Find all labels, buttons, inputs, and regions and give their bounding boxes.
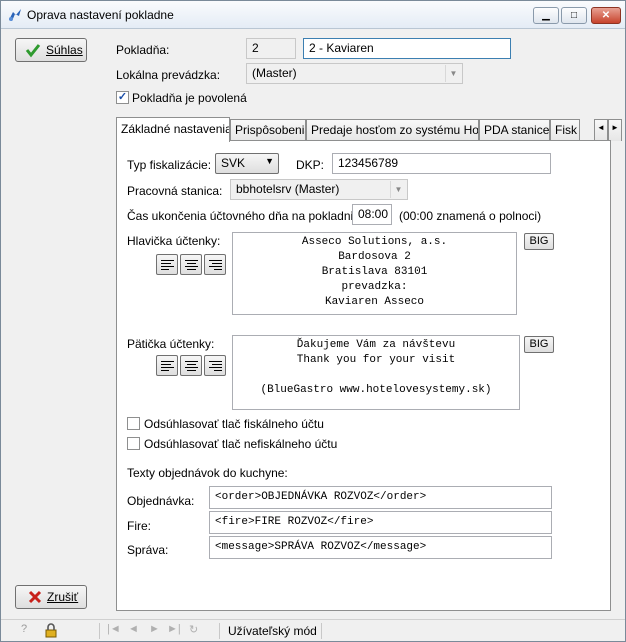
cas-note: (00:00 znamená o polnoci) [399, 209, 542, 223]
fire-label: Fire: [127, 519, 151, 533]
hlavicka-label: Hlavička účtenky: [127, 234, 221, 248]
align-center-button[interactable] [180, 254, 202, 275]
hlavicka-memo[interactable]: Asseco Solutions, a.s. Bardosova 2 Brati… [232, 232, 517, 315]
dialog-window: Oprava nastavení pokladne ▁ □ ✕ Súhlas Z… [0, 0, 626, 642]
dkp-label: DKP: [296, 158, 325, 172]
paticka-line [233, 368, 519, 383]
prevadzka-label: Lokálna prevádzka: [116, 68, 221, 82]
status-bar: ? |◄ ◄ ► ►| ↻ Užívateľský mód [1, 619, 625, 641]
prev-record-icon[interactable]: ◄ [128, 623, 139, 635]
cas-label: Čas ukončenia účtovného dňa na pokladni: [127, 209, 357, 223]
cas-input[interactable]: 08:00 [352, 204, 392, 225]
hlavicka-big-button[interactable]: BIG [524, 233, 554, 250]
fisk-label: Typ fiskalizácie: [127, 158, 212, 172]
fisk-value: SVK [221, 156, 246, 170]
pokladna-label: Pokladňa: [116, 43, 170, 57]
align-left-button[interactable] [156, 254, 178, 275]
chevron-down-icon: ▼ [265, 156, 274, 166]
ok-button-label: Súhlas [46, 43, 83, 57]
povolena-checkbox[interactable]: ✓ [116, 91, 129, 104]
tab-prisposobenia[interactable]: Prispôsobenia [230, 119, 306, 141]
maximize-button[interactable]: □ [561, 7, 587, 24]
fisk-select[interactable]: SVK ▼ [215, 153, 279, 174]
hlavicka-line: Bardosova 2 [338, 251, 411, 263]
paticka-line: (BlueGastro www.hotelovesystemy.sk) [260, 384, 492, 396]
tab-fisk[interactable]: Fisk [550, 119, 580, 141]
paticka-label: Pätička účtenky: [127, 337, 215, 351]
title-bar: Oprava nastavení pokladne ▁ □ ✕ [1, 1, 625, 29]
chevron-down-icon: ▼ [445, 65, 461, 82]
stanica-label: Pracovná stanica: [127, 184, 223, 198]
stanica-value: bbhotelsrv (Master) [236, 182, 340, 196]
hlavicka-line: Kaviaren Asseco [324, 296, 425, 308]
hlavicka-line: prevadzka: [341, 281, 408, 293]
tab-scroll-left-icon[interactable]: ◄ [594, 119, 608, 141]
app-icon [9, 9, 21, 21]
check-icon [25, 44, 41, 58]
paticka-line: Ďakujeme Vám za návštevu [296, 339, 456, 351]
fire-input[interactable]: <fire>FIRE ROZVOZ</fire> [209, 511, 552, 534]
close-button[interactable]: ✕ [591, 7, 621, 24]
objednavka-label: Objednávka: [127, 494, 195, 508]
nefiskal-checkbox[interactable] [127, 437, 140, 450]
paticka-big-button[interactable]: BIG [524, 336, 554, 353]
cancel-button-label: Zrušiť [47, 590, 79, 604]
next-record-icon[interactable]: ► [149, 623, 160, 635]
fiskal-check-label: Odsúhlasovať tlač fiskálneho účtu [144, 417, 324, 431]
paticka-line: Thank you for your visit [296, 354, 456, 366]
window-title: Oprava nastavení pokladne [27, 8, 174, 22]
povolena-label: Pokladňa je povolená [132, 91, 247, 105]
mode-status: Užívateľský mód [228, 624, 317, 638]
hlavicka-line: Bratislava 83101 [321, 266, 428, 278]
objednavka-input[interactable]: <order>OBJEDNÁVKA ROZVOZ</order> [209, 486, 552, 509]
ok-button[interactable]: Súhlas [15, 38, 87, 62]
tab-predaje-hostom[interactable]: Predaje hosťom zo systému Horec [306, 119, 479, 141]
pokladna-name-input[interactable]: 2 - Kaviaren [303, 38, 511, 59]
align-left-button[interactable] [156, 355, 178, 376]
align-center-button[interactable] [180, 355, 202, 376]
last-record-icon[interactable]: ►| [167, 623, 181, 635]
sprava-label: Správa: [127, 543, 169, 557]
minimize-button[interactable]: ▁ [533, 7, 559, 24]
x-icon [28, 590, 42, 604]
align-right-button[interactable] [204, 355, 226, 376]
dkp-input[interactable]: 123456789 [332, 153, 551, 174]
cancel-button[interactable]: Zrušiť [15, 585, 87, 609]
pokladna-number-field: 2 [246, 38, 296, 59]
help-icon[interactable]: ? [21, 623, 27, 635]
tab-pda-stanice[interactable]: PDA stanice [479, 119, 550, 141]
first-record-icon[interactable]: |◄ [107, 623, 121, 635]
hlavicka-line: Asseco Solutions, a.s. [301, 236, 448, 248]
paticka-memo[interactable]: Ďakujeme Vám za návštevu Thank you for y… [232, 335, 520, 410]
prevadzka-value: (Master) [252, 66, 297, 80]
refresh-icon[interactable]: ↻ [189, 623, 198, 636]
lock-icon[interactable] [44, 623, 58, 638]
stanica-select[interactable]: bbhotelsrv (Master) ▼ [230, 179, 408, 200]
tab-zakladne[interactable]: Základné nastavenia [116, 117, 230, 142]
fiskal-checkbox[interactable] [127, 417, 140, 430]
prevadzka-select[interactable]: (Master) ▼ [246, 63, 463, 84]
align-right-button[interactable] [204, 254, 226, 275]
kuchyna-label: Texty objednávok do kuchyne: [127, 466, 288, 480]
sprava-input[interactable]: <message>SPRÁVA ROZVOZ</message> [209, 536, 552, 559]
tab-scroll-right-icon[interactable]: ► [608, 119, 622, 141]
nefiskal-check-label: Odsúhlasovať tlač nefiskálneho účtu [144, 437, 338, 451]
chevron-down-icon: ▼ [390, 181, 406, 198]
